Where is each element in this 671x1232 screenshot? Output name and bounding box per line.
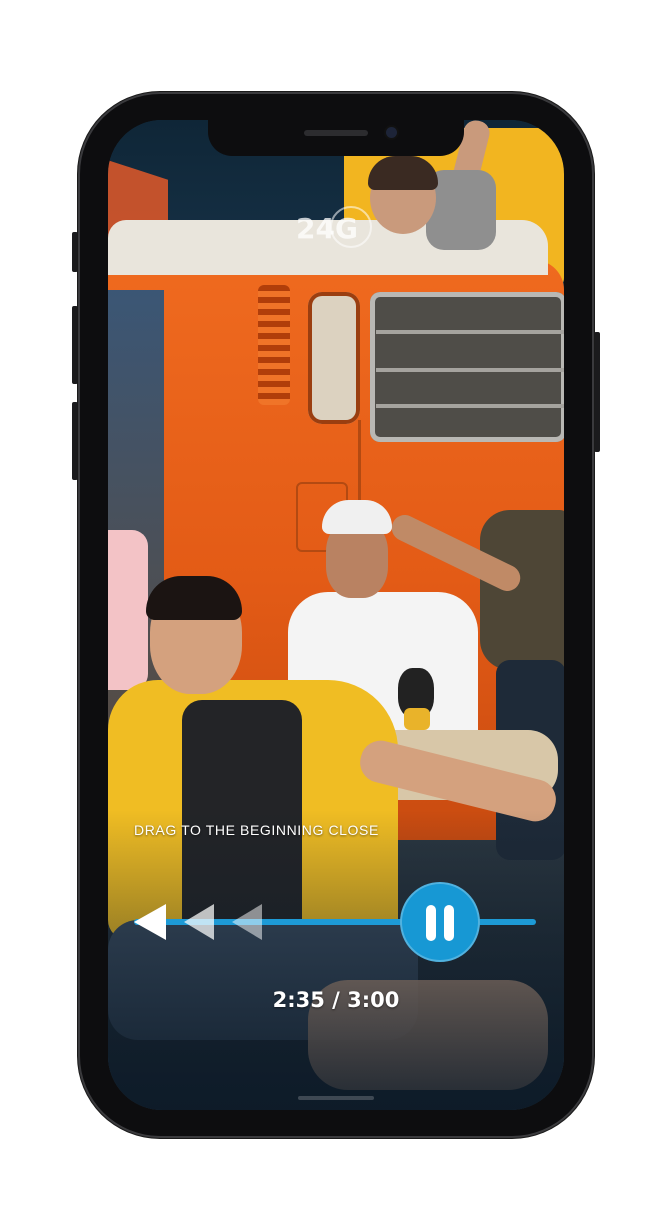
- front-person-hair: [146, 576, 242, 620]
- right-person-shirt: [480, 510, 564, 670]
- shirt-graphic-shorts: [404, 708, 430, 730]
- drag-hint-label: DRAG TO THE BEGINNING CLOSE: [134, 822, 379, 838]
- pause-icon: [444, 905, 455, 941]
- video-frame[interactable]: [108, 120, 564, 1110]
- home-indicator[interactable]: [298, 1096, 374, 1100]
- rewind-arrow-icon[interactable]: [184, 904, 214, 940]
- notch: [208, 120, 464, 156]
- van-side-window: [370, 292, 564, 442]
- front-camera: [386, 127, 397, 138]
- pause-icon: [426, 905, 437, 941]
- pause-button[interactable]: [400, 882, 481, 962]
- bottom-gradient: [108, 810, 564, 1110]
- van-front-window: [308, 292, 360, 424]
- window-slat: [376, 404, 564, 408]
- speaker-grille: [304, 130, 368, 136]
- van-vent: [258, 285, 290, 405]
- phone-screen: 24G DRAG TO THE BEGINNING CLOSE 2:35 / 3…: [108, 120, 564, 1110]
- mockup-stage: 24G DRAG TO THE BEGINNING CLOSE 2:35 / 3…: [0, 0, 671, 1232]
- time-display: 2:35 / 3:00: [272, 988, 400, 1012]
- window-slat: [376, 330, 564, 334]
- roof-person-hair: [368, 156, 438, 190]
- rewind-arrow-icon[interactable]: [232, 904, 262, 940]
- cap-person-cap: [322, 500, 392, 534]
- window-slat: [376, 368, 564, 372]
- watermark: 24G: [296, 212, 358, 245]
- rewind-arrow-icon[interactable]: [134, 904, 166, 940]
- power-button: [594, 332, 600, 452]
- left-person: [108, 530, 148, 690]
